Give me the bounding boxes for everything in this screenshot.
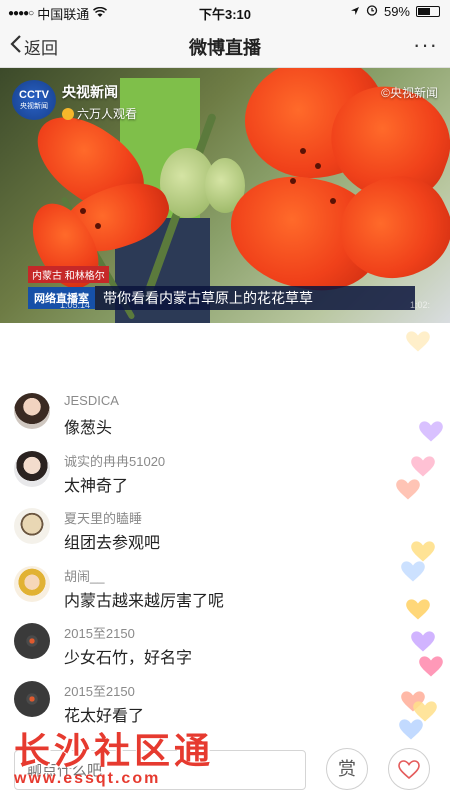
avatar[interactable] bbox=[14, 565, 50, 602]
battery-fill bbox=[418, 8, 430, 15]
status-right: 59% bbox=[350, 4, 440, 19]
status-bar: ●●●●○ 中国联通 下午3:10 59% bbox=[0, 0, 450, 24]
alarm-icon bbox=[366, 4, 378, 19]
avatar[interactable] bbox=[14, 623, 50, 660]
comment-text: 像葱头 bbox=[64, 420, 113, 437]
channel-info[interactable]: 央视新闻 六万人观看 bbox=[62, 82, 137, 122]
logo-text: CCTV bbox=[19, 89, 49, 101]
floating-heart-icon bbox=[406, 331, 430, 352]
comment-text: 内蒙古越来越厉害了呢 bbox=[64, 592, 225, 610]
video-watermark: ©央视新闻 bbox=[381, 86, 438, 100]
floating-heart-icon bbox=[419, 421, 443, 442]
avatar[interactable] bbox=[14, 450, 50, 487]
battery-icon bbox=[416, 6, 440, 17]
comment-username[interactable]: 2015至2150 bbox=[64, 681, 135, 700]
heart-icon bbox=[398, 756, 420, 781]
floating-heart-icon bbox=[411, 631, 435, 652]
floating-heart-icon bbox=[406, 599, 430, 620]
floating-heart-icon bbox=[419, 656, 443, 677]
reward-button[interactable]: 赏 bbox=[326, 748, 368, 790]
comment-item: 夏天里的瞌睡 组团去参观吧 bbox=[0, 505, 400, 563]
verified-badge-icon bbox=[62, 107, 74, 120]
logo-subtext: 央视新闻 bbox=[20, 103, 48, 110]
comment-username[interactable]: 2015至2150 bbox=[64, 623, 135, 642]
video-timestamp: 1:05:14 bbox=[60, 300, 91, 310]
caption-text: 带你看看内蒙古草原上的花花草草 bbox=[95, 286, 415, 310]
floating-heart-icon bbox=[396, 479, 420, 500]
comment-username[interactable]: 夏天里的瞌睡 bbox=[64, 508, 142, 527]
floating-heart-icon bbox=[399, 719, 423, 740]
comment-username[interactable]: 诚实的冉冉51020 bbox=[64, 451, 165, 470]
site-watermark-title: 长沙社区通 bbox=[14, 730, 215, 771]
viewer-count: 六万人观看 bbox=[62, 105, 137, 122]
floating-heart-icon bbox=[401, 561, 425, 582]
location-tag: 内蒙古 和林格尔 bbox=[28, 266, 109, 283]
comment-username[interactable]: JESDICA bbox=[64, 393, 119, 408]
battery-percent: 59% bbox=[383, 4, 410, 19]
comment-item: 诚实的冉冉51020 太神奇了 bbox=[0, 448, 400, 506]
location-arrow-icon bbox=[350, 4, 360, 19]
comment-text: 组团去参观吧 bbox=[64, 535, 161, 553]
channel-logo[interactable]: CCTV 央视新闻 bbox=[12, 80, 56, 120]
floating-heart-icon bbox=[411, 456, 435, 477]
nav-bar: 返回 微博直播 ··· bbox=[0, 24, 450, 68]
video-timestamp-right: 1:02: bbox=[409, 300, 430, 310]
live-video-player[interactable]: CCTV 央视新闻 央视新闻 六万人观看 ©央视新闻 内蒙古 和林格尔 网络直播… bbox=[0, 68, 450, 323]
comment-username[interactable]: 胡闹__ bbox=[64, 566, 104, 585]
comment-item: JESDICA 像葱头 bbox=[0, 390, 400, 448]
comment-item: 2015至2150 少女石竹，好名字 bbox=[0, 620, 400, 678]
channel-name: 央视新闻 bbox=[62, 84, 118, 100]
comment-text: 太神奇了 bbox=[64, 477, 129, 495]
page-title: 微博直播 bbox=[189, 38, 261, 58]
like-button[interactable] bbox=[388, 748, 430, 790]
viewer-count-label: 六万人观看 bbox=[77, 107, 138, 121]
comment-item: 胡闹__ 内蒙古越来越厉害了呢 bbox=[0, 563, 400, 621]
comment-text: 少女石竹，好名字 bbox=[64, 650, 193, 668]
more-button[interactable]: ··· bbox=[413, 32, 438, 58]
site-watermark: 长沙社区通 www.essqt.com bbox=[14, 722, 214, 788]
comment-list[interactable]: JESDICA 像葱头 诚实的冉冉51020 太神奇了 夏天里的瞌睡 组团去参观… bbox=[0, 390, 400, 736]
avatar[interactable] bbox=[14, 680, 50, 717]
avatar[interactable] bbox=[14, 393, 50, 429]
avatar[interactable] bbox=[14, 508, 50, 545]
